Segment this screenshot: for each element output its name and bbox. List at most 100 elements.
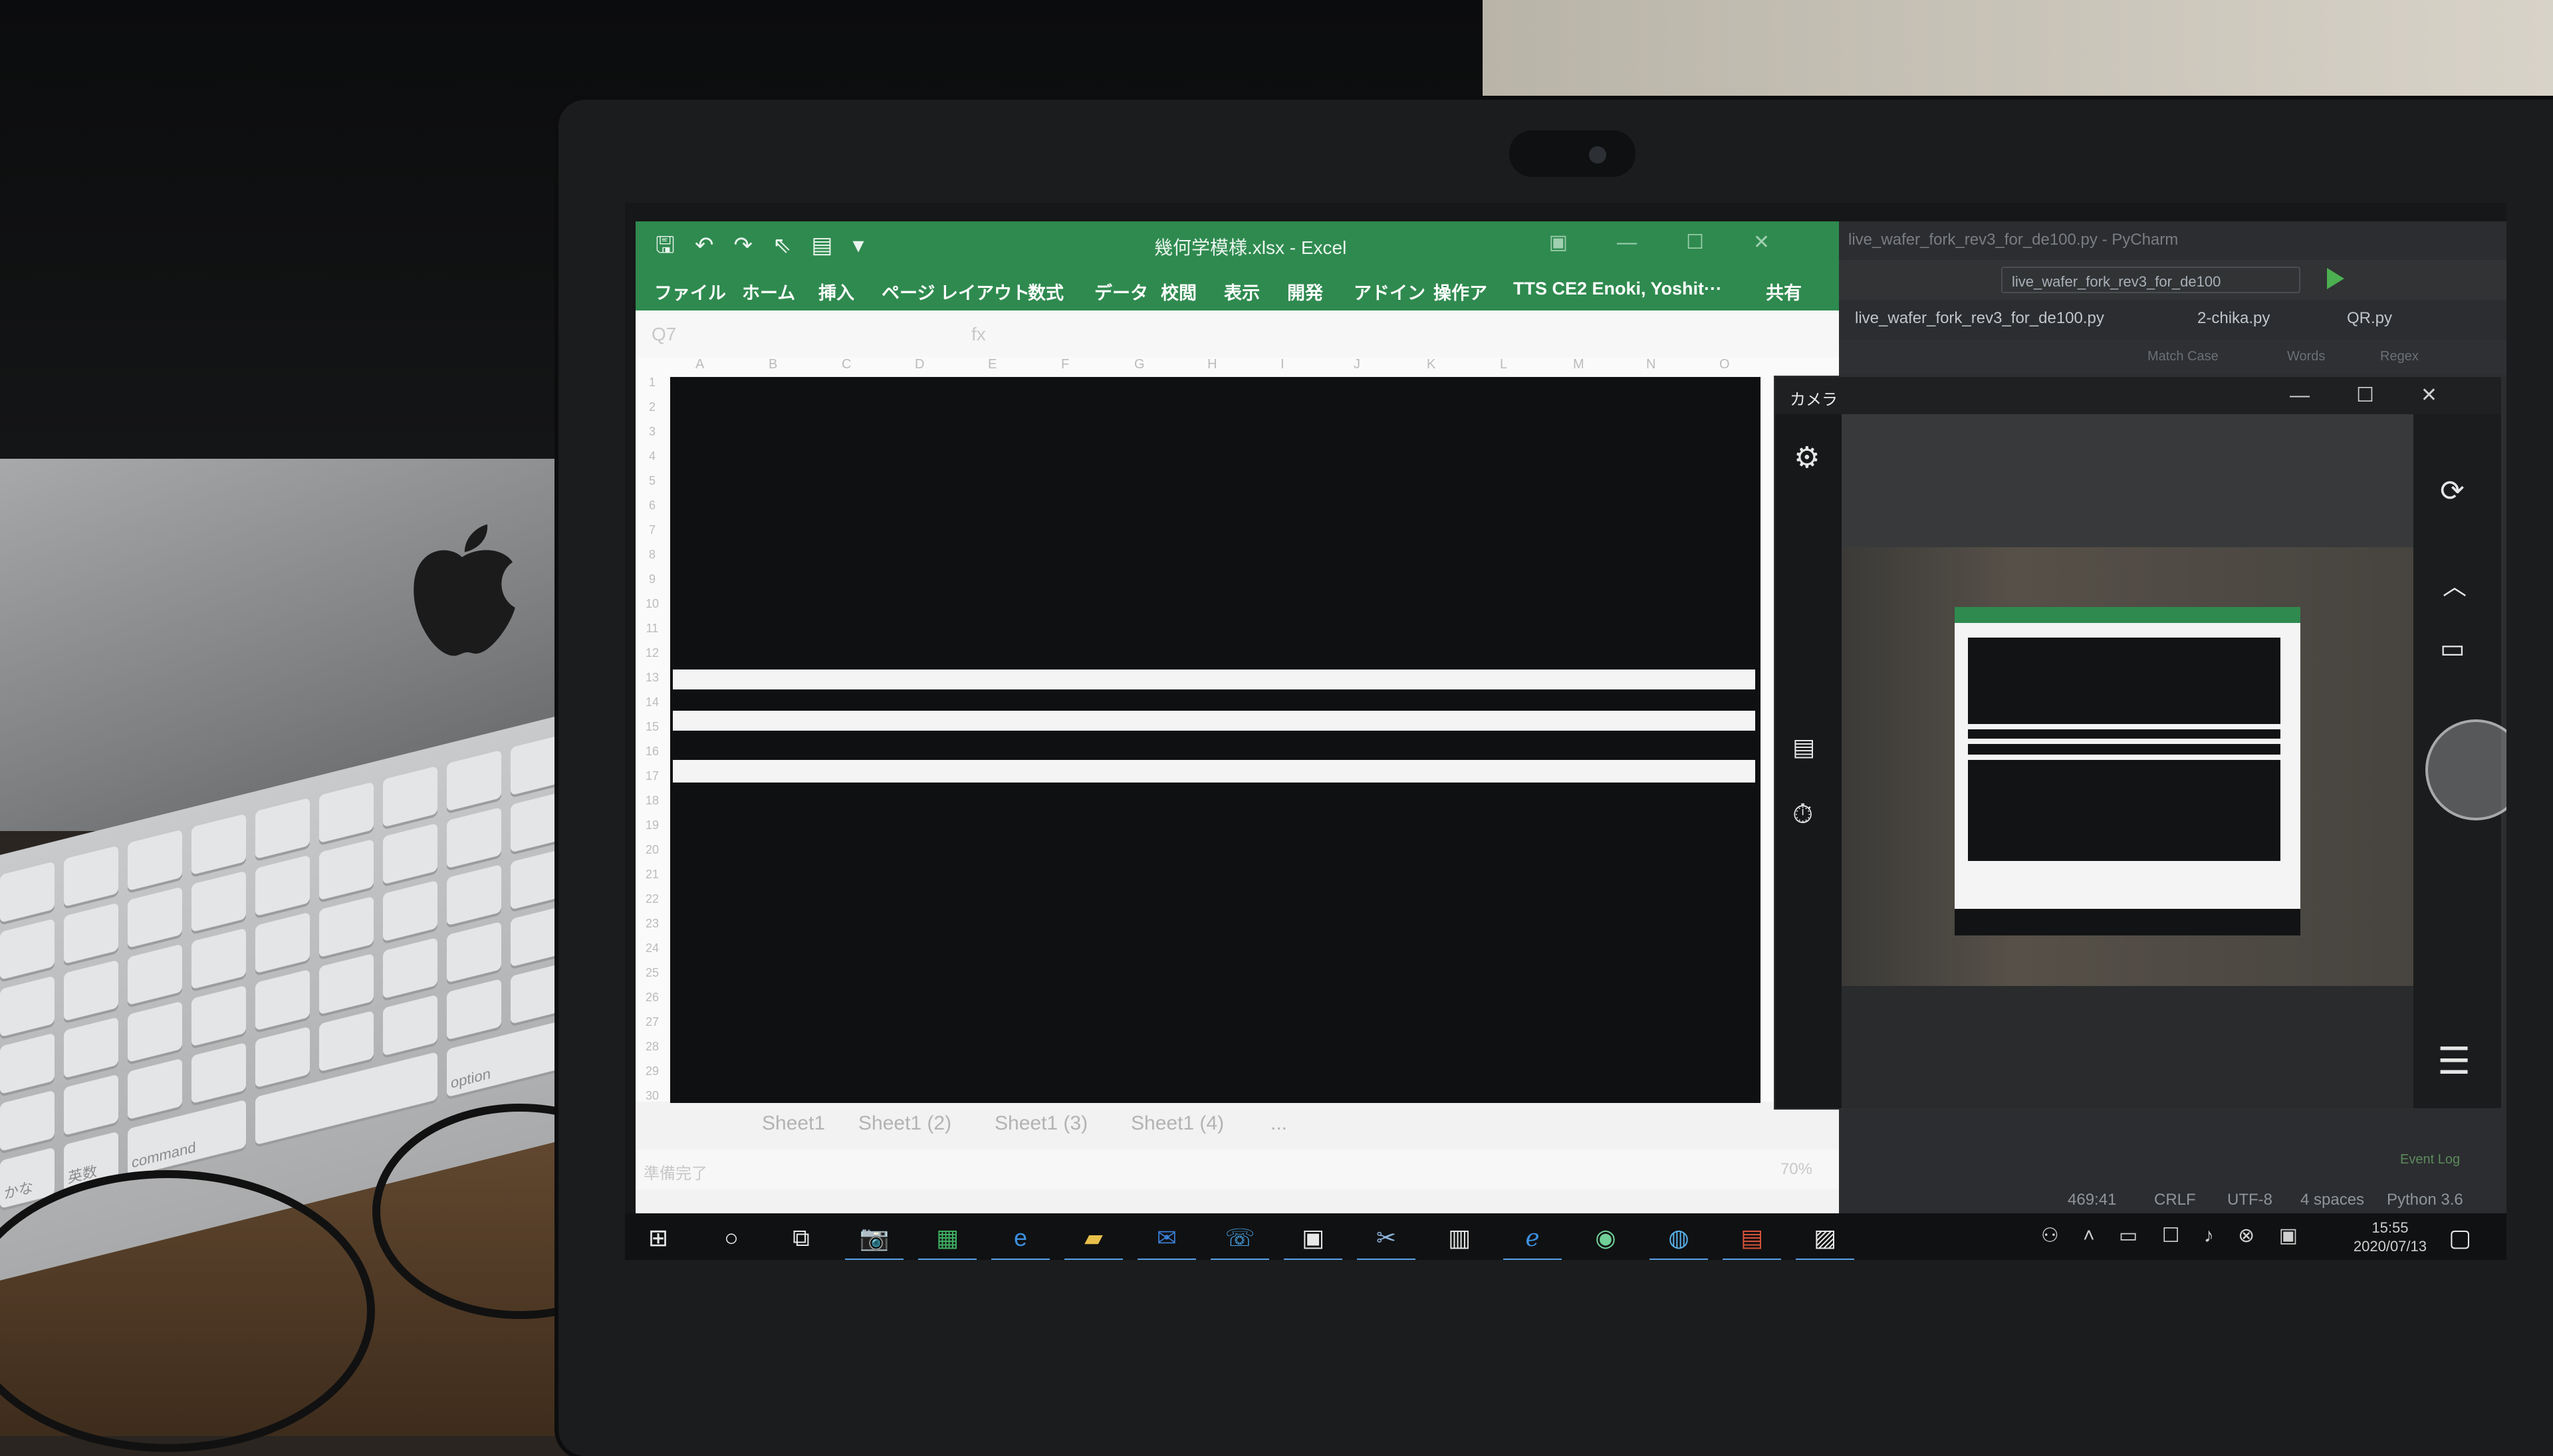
snipping-tool-icon[interactable]: ✂ — [1357, 1221, 1415, 1260]
excel-window: 🖫↶↷⇖▤▾ 幾何学模様.xlsx - Excel ▣—☐✕ ファイル ホーム … — [636, 221, 1839, 1219]
event-log-button[interactable]: Event Log — [2400, 1152, 2460, 1167]
row-headers: 12345 6 7 8 9 10 11 12 13 14 15 16 17 18 19 20 21 22 2… — [645, 376, 660, 1102]
outlook-icon[interactable]: ✉ — [1138, 1221, 1196, 1260]
tab-view[interactable]: 表示 — [1224, 279, 1260, 304]
tab-file[interactable]: ファイル — [654, 279, 726, 304]
powerpoint-icon[interactable]: ▤ — [1723, 1221, 1781, 1260]
camera-viewfinder — [1842, 414, 2413, 1108]
camera-title: カメラ — [1790, 391, 1838, 409]
tab-formulas[interactable]: 数式 — [1028, 279, 1064, 304]
clock-date: 2020/07/13 — [2353, 1238, 2427, 1255]
settings-gear-icon[interactable]: ⚙ — [1794, 441, 1820, 475]
caret-position[interactable]: 469:41 — [2068, 1191, 2116, 1209]
sheet-tabs: Sheet1 Sheet1 (2) Sheet1 (3) Sheet1 (4) … — [636, 1103, 1839, 1150]
tab-developer[interactable]: 開発 — [1287, 279, 1323, 304]
camera-left-toolbar: ⚙ ▤ ⏱ — [1775, 414, 1842, 1108]
tab-page-layout[interactable]: ページ レイアウト — [882, 279, 1030, 304]
tell-me-search[interactable]: 操作ア — [1433, 279, 1487, 304]
excel-statusbar: 準備完了 70% — [636, 1150, 1839, 1189]
sheet-tab[interactable]: Sheet1 — [762, 1112, 825, 1135]
sheet-tab[interactable]: Sheet1 (2) — [858, 1112, 951, 1135]
internet-explorer-icon[interactable]: e — [991, 1221, 1050, 1260]
photos-icon[interactable]: ▨ — [1796, 1221, 1854, 1260]
hdr-icon[interactable]: ▤ — [1792, 733, 1815, 761]
indent-setting[interactable]: 4 spaces — [2300, 1191, 2364, 1209]
excel-window-controls[interactable]: ▣—☐✕ — [1549, 231, 1819, 254]
regex-option[interactable]: Regex — [2380, 349, 2419, 364]
task-view-icon[interactable]: ⧉ — [781, 1221, 821, 1255]
action-center-icon[interactable]: ▢ — [2440, 1221, 2480, 1255]
file-encoding[interactable]: UTF-8 — [2227, 1191, 2272, 1209]
run-configuration-select[interactable]: live_wafer_fork_rev3_for_de100 — [2001, 267, 2300, 293]
name-box[interactable]: Q7 — [652, 324, 676, 345]
tab-addins[interactable]: アドイン — [1354, 279, 1425, 304]
laptop-screen: live_wafer_fork_rev3_for_de100.py - PyCh… — [625, 203, 2506, 1260]
python-interpreter[interactable]: Python 3.6 — [2387, 1191, 2463, 1209]
ready-status: 準備完了 — [644, 1165, 707, 1183]
share-button[interactable]: 共有 — [1766, 279, 1802, 304]
browser-icon[interactable]: ◍ — [1649, 1221, 1708, 1260]
pycharm-toolbar: live_wafer_fork_rev3_for_de100 — [1835, 260, 2506, 300]
gallery-thumbnail-icon[interactable]: ☰ — [2437, 1039, 2471, 1083]
switch-camera-icon[interactable]: ⟳ — [2440, 474, 2465, 508]
calculator-icon[interactable]: ▥ — [1439, 1221, 1479, 1255]
white-stripe — [673, 760, 1755, 783]
taskbar-clock[interactable]: 15:55 2020/07/13 — [2354, 1219, 2427, 1256]
run-icon[interactable] — [2327, 268, 2344, 289]
tab-review[interactable]: 校閲 — [1161, 279, 1197, 304]
pycharm-statusbar: 469:41 CRLF UTF-8 4 spaces Python 3.6 — [1835, 1179, 2506, 1219]
words-option[interactable]: Words — [2287, 349, 2325, 364]
tab-2-chika[interactable]: 2-chika.py — [2197, 309, 2270, 328]
excel-icon[interactable]: ▦ — [918, 1221, 977, 1260]
match-case-option[interactable]: Match Case — [2147, 349, 2219, 364]
fx-icon[interactable]: fx — [971, 324, 986, 345]
pycharm-window-title: live_wafer_fork_rev3_for_de100.py - PyCh… — [1848, 231, 2179, 249]
edge-icon[interactable]: ℯ — [1503, 1221, 1562, 1260]
video-mode-icon[interactable]: ▭ — [2440, 634, 2465, 664]
line-separator[interactable]: CRLF — [2154, 1191, 2196, 1209]
pycharm-editor-tabs: live_wafer_fork_rev3_for_de100.py 2-chik… — [1835, 300, 2506, 340]
tab-insert[interactable]: 挿入 — [818, 279, 854, 304]
timer-icon[interactable]: ⏱ — [1792, 800, 1813, 830]
camera-window-controls[interactable]: —☐✕ — [2290, 384, 2484, 407]
system-tray[interactable]: ⚇ ˄ ▭ ☐ ♪ ⊗ ▣ — [2041, 1224, 2307, 1247]
tab-home[interactable]: ホーム — [742, 279, 795, 304]
chevron-up-icon[interactable]: ︿ — [2443, 567, 2467, 602]
tab-qr[interactable]: QR.py — [2347, 309, 2392, 328]
camera-titlebar: カメラ —☐✕ — [1775, 377, 2501, 414]
account-name[interactable]: TTS CE2 Enoki, Yoshit··· — [1513, 279, 1722, 299]
white-stripe — [673, 669, 1755, 689]
pycharm-titlebar: live_wafer_fork_rev3_for_de100.py - PyCh… — [1835, 221, 2506, 260]
tab-live-wafer[interactable]: live_wafer_fork_rev3_for_de100.py — [1855, 309, 2104, 328]
apple-logo-icon — [414, 524, 515, 656]
clock-time: 15:55 — [2371, 1219, 2409, 1236]
windows-taskbar: ⊞ ○ ⧉ 📷 ▦ e ▰ ✉ ☏ ▣ ✂ ▥ ℯ ◉ ◍ ▤ ▨ ⚇ ˄ ▭ … — [625, 1213, 2506, 1260]
skype-icon[interactable]: ☏ — [1211, 1221, 1269, 1260]
white-stripe — [673, 711, 1755, 731]
webcam-lens — [1589, 146, 1606, 164]
sheet-tab[interactable]: Sheet1 (4) — [1131, 1112, 1224, 1135]
zoom-level[interactable]: 70% — [1780, 1160, 1812, 1179]
excel-document-title: 幾何学模様.xlsx - Excel — [1154, 237, 1347, 258]
camera-app-icon[interactable]: 📷 — [845, 1221, 904, 1260]
search-icon[interactable]: ○ — [711, 1221, 751, 1255]
worksheet-grid[interactable]: A B C D E F G H I J K L M N O 12345 6789… — [636, 357, 1839, 1122]
camera-live-preview — [1842, 547, 2413, 986]
quick-access-toolbar[interactable]: 🖫↶↷⇖▤▾ — [656, 229, 884, 267]
column-headers: A B C D E F G H I J K L M N O — [695, 357, 1730, 372]
tab-data[interactable]: データ — [1094, 279, 1148, 304]
excel-titlebar: 🖫↶↷⇖▤▾ 幾何学模様.xlsx - Excel ▣—☐✕ — [636, 221, 1839, 268]
excel-ribbon-tabs: ファイル ホーム 挿入 ページ レイアウト 数式 データ 校閲 表示 開発 アド… — [636, 268, 1839, 310]
formula-bar: Q7 fx — [636, 310, 1839, 358]
pycharm-icon[interactable]: ▣ — [1284, 1221, 1342, 1260]
windows-start-icon[interactable]: ⊞ — [638, 1221, 678, 1255]
more-sheets-button[interactable]: ... — [1271, 1112, 1287, 1135]
black-filled-cell-range[interactable] — [670, 377, 1761, 1122]
webcam-housing — [1509, 130, 1636, 177]
pycharm-find-bar: Match Case Words Regex — [1835, 340, 2506, 374]
preview-excel-screen — [1955, 607, 2300, 935]
sheet-tab[interactable]: Sheet1 (3) — [995, 1112, 1088, 1135]
maps-icon[interactable]: ◉ — [1586, 1221, 1626, 1255]
camera-app-window: カメラ —☐✕ ⚙ ▤ ⏱ ⟳ ︿ ▭ ☰ — [1774, 376, 2506, 1110]
file-explorer-icon[interactable]: ▰ — [1064, 1221, 1123, 1260]
